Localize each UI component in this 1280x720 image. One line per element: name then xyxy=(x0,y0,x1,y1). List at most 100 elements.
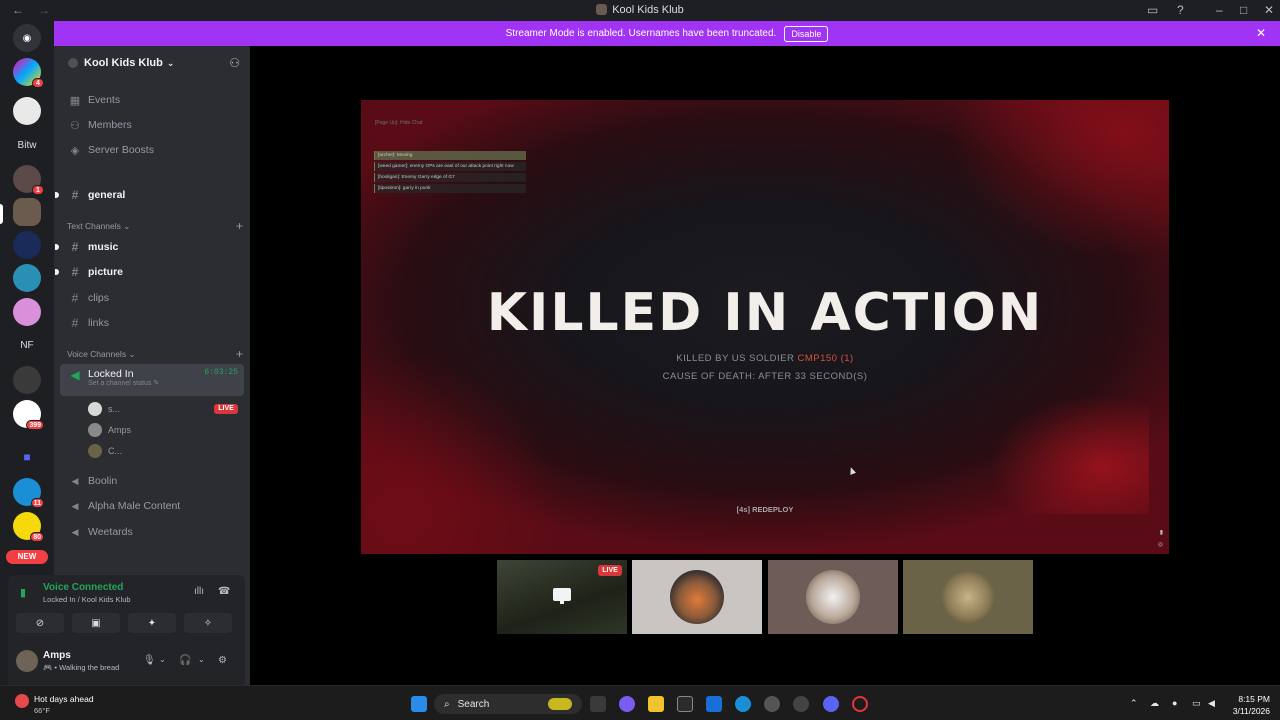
store-icon[interactable] xyxy=(677,696,693,712)
participant-tile-stream[interactable]: LIVE xyxy=(497,560,627,634)
headphones-icon[interactable]: 🎧 xyxy=(179,655,191,666)
maximize-button[interactable]: □ xyxy=(1240,3,1247,17)
voice-channel-locked-in[interactable]: ◀ Locked In 6:03:25 Set a channel status… xyxy=(60,364,244,396)
category-label: Voice Channels xyxy=(67,349,127,359)
copilot-icon[interactable] xyxy=(619,696,635,712)
server-nf[interactable]: NF xyxy=(13,331,41,359)
weather-temperature[interactable]: 66°F xyxy=(34,706,50,715)
server-folder[interactable]: 399 xyxy=(13,400,44,430)
windows-start-icon[interactable] xyxy=(411,696,427,712)
soundboard-button[interactable]: ✧ xyxy=(184,613,232,633)
voice-connected-subtitle[interactable]: Locked In / Kool Kids Klub xyxy=(43,595,131,604)
voice-channel-boolin[interactable]: ◀ Boolin xyxy=(60,470,244,492)
nav-events[interactable]: ▦ Events xyxy=(60,90,244,110)
category-text-channels[interactable]: Text Channels ⌄ + xyxy=(67,219,243,233)
voice-connected-title[interactable]: Voice Connected xyxy=(43,582,123,593)
speaker-icon: ◀ xyxy=(71,475,79,486)
screen-share-button[interactable]: ▣ xyxy=(72,613,120,633)
server-icon[interactable] xyxy=(13,231,41,259)
server-icon[interactable]: 4 xyxy=(13,58,44,88)
clock-time[interactable]: 8:15 PM xyxy=(1228,694,1270,704)
volume-icon[interactable]: ▮ xyxy=(1160,529,1163,536)
server-icon[interactable]: 80 xyxy=(13,512,44,542)
server-icon[interactable]: 11 xyxy=(13,478,44,508)
chevron-down-icon[interactable]: ⌄ xyxy=(159,655,166,664)
channel-links[interactable]: # links xyxy=(60,312,244,334)
participant-tile[interactable] xyxy=(632,560,762,634)
mention-badge: 4 xyxy=(32,78,44,88)
server-icon[interactable] xyxy=(13,264,41,292)
streamer-mode-banner: Streamer Mode is enabled. Usernames have… xyxy=(54,21,1280,46)
noise-suppression-icon[interactable]: ıllı xyxy=(194,586,204,597)
folder-icon[interactable]: ■ xyxy=(13,443,41,471)
nav-server-boosts[interactable]: ◈ Server Boosts xyxy=(60,140,244,160)
onedrive-icon[interactable]: ☁ xyxy=(1150,698,1159,709)
cause-of-death: CAUSE OF DEATH: AFTER 33 SECOND(S) xyxy=(662,371,868,382)
clock-date[interactable]: 3/11/2026 xyxy=(1224,706,1270,716)
microphone-icon[interactable]: 🎙 xyxy=(143,655,156,666)
server-bitwarden[interactable]: Bitw xyxy=(13,131,41,159)
weather-icon[interactable] xyxy=(15,694,29,708)
disable-streamer-mode-button[interactable]: Disable xyxy=(784,25,829,42)
invite-people-icon[interactable]: ⚇ xyxy=(229,56,240,70)
file-explorer-icon[interactable] xyxy=(648,696,664,712)
server-header[interactable]: Kool Kids Klub ⌄ ⚇ xyxy=(54,46,250,80)
category-voice-channels[interactable]: Voice Channels ⌄ + xyxy=(67,347,243,361)
channel-status-text: Set a channel status xyxy=(88,380,152,387)
voice-user[interactable]: s... xyxy=(88,400,120,418)
stream-view[interactable]: [Page Up]: Hide Chat [archer]: Moving [w… xyxy=(361,100,1169,554)
participant-tile[interactable] xyxy=(903,560,1033,634)
edge-browser-icon[interactable] xyxy=(735,696,751,712)
chevron-up-icon[interactable]: ⌃ xyxy=(1130,698,1138,709)
mail-icon[interactable] xyxy=(706,696,722,712)
channel-clips[interactable]: # clips xyxy=(60,287,244,309)
add-channel-icon[interactable]: + xyxy=(236,347,243,361)
activities-button[interactable]: ✦ xyxy=(128,613,176,633)
help-icon[interactable]: ? xyxy=(1177,3,1184,17)
server-icon[interactable] xyxy=(13,366,41,394)
microphone-icon[interactable]: ● xyxy=(1172,698,1177,708)
new-badge[interactable]: NEW xyxy=(6,550,48,564)
server-icon[interactable] xyxy=(13,298,41,326)
opera-browser-icon[interactable] xyxy=(852,696,868,712)
fullscreen-icon[interactable]: ◎ xyxy=(1158,541,1163,548)
network-icon[interactable]: ▭ xyxy=(1192,698,1201,709)
server-icon[interactable]: 1 xyxy=(13,165,44,195)
participant-tile[interactable] xyxy=(768,560,898,634)
stream-background xyxy=(361,354,561,554)
weather-title[interactable]: Hot days ahead xyxy=(34,694,94,704)
signal-icon[interactable]: ▮ xyxy=(20,586,26,599)
add-channel-icon[interactable]: + xyxy=(236,219,243,233)
server-icon[interactable] xyxy=(13,97,41,125)
server-kool-kids-klub[interactable] xyxy=(13,198,41,226)
speaker-icon[interactable]: ◀ xyxy=(1208,698,1215,709)
gear-icon[interactable]: ⚙ xyxy=(218,655,227,666)
chevron-down-icon[interactable]: ⌄ xyxy=(198,655,205,664)
settings-icon[interactable] xyxy=(764,696,780,712)
camera-button[interactable]: ⊘ xyxy=(16,613,64,633)
user-name[interactable]: Amps xyxy=(43,650,71,661)
voice-channel-alpha-male-content[interactable]: ◀ Alpha Male Content xyxy=(60,495,244,517)
channel-picture[interactable]: # picture xyxy=(55,261,244,283)
disconnect-icon[interactable]: ☎ xyxy=(218,586,230,597)
close-icon[interactable]: ✕ xyxy=(1256,26,1266,40)
channel-status[interactable]: Set a channel status ✎ xyxy=(88,379,159,387)
voice-channel-weetards[interactable]: ◀ Weetards xyxy=(60,521,244,543)
nav-members[interactable]: ⚇ Members xyxy=(60,115,244,135)
close-window-button[interactable]: ✕ xyxy=(1264,3,1274,17)
voice-user[interactable]: Amps xyxy=(88,421,131,439)
task-view-icon[interactable] xyxy=(590,696,606,712)
minimize-button[interactable]: – xyxy=(1216,3,1223,17)
channel-label: picture xyxy=(88,266,124,278)
steam-icon[interactable] xyxy=(793,696,809,712)
avatar[interactable] xyxy=(16,650,38,672)
taskbar-search[interactable]: ⌕ Search xyxy=(434,694,582,714)
channel-music[interactable]: # music xyxy=(55,236,244,258)
channel-general[interactable]: # general xyxy=(55,184,244,206)
text-channel-icon: # xyxy=(71,291,79,305)
inbox-icon[interactable]: ▭ xyxy=(1147,3,1158,17)
voice-user[interactable]: C... xyxy=(88,442,122,460)
discord-taskbar-icon[interactable] xyxy=(823,696,839,712)
discord-home-icon[interactable]: ◉ xyxy=(13,24,41,52)
members-icon: ⚇ xyxy=(70,119,80,132)
